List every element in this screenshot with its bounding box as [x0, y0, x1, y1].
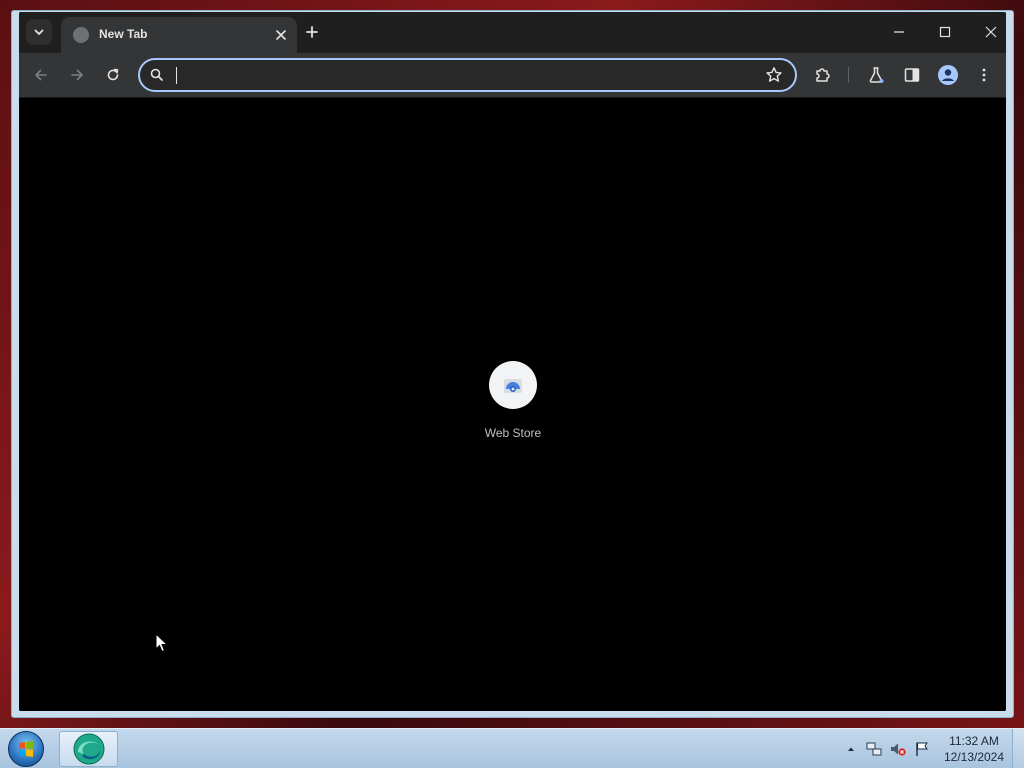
tab-new-tab[interactable]: New Tab [61, 17, 297, 53]
taskbar-browser-app[interactable] [59, 731, 118, 767]
show-desktop-button[interactable] [1012, 729, 1024, 768]
forward-icon [71, 69, 83, 81]
network-icon[interactable] [866, 741, 882, 757]
shortcut-web-store[interactable]: Web Store [480, 361, 546, 451]
minimize-icon [894, 31, 904, 33]
address-input[interactable] [174, 64, 754, 86]
mouse-cursor-icon [155, 633, 169, 653]
web-store-icon [504, 379, 522, 393]
start-button[interactable] [6, 730, 46, 768]
maximize-button[interactable] [930, 18, 960, 46]
back-icon [35, 69, 47, 81]
forward-button[interactable] [63, 61, 91, 89]
tab-search-button[interactable] [26, 19, 52, 45]
back-button[interactable] [27, 61, 55, 89]
maximize-icon [939, 26, 951, 38]
minimize-button[interactable] [884, 18, 914, 46]
profile-icon [938, 65, 958, 85]
action-center-flag-icon[interactable] [914, 741, 930, 757]
toolbar-separator [848, 67, 849, 83]
side-panel-icon [904, 68, 920, 82]
side-panel-button[interactable] [898, 61, 926, 89]
system-clock[interactable]: 11:32 AM 12/13/2024 [938, 733, 1010, 765]
tab-strip: New Tab [19, 12, 1006, 53]
labs-button[interactable] [862, 61, 890, 89]
shortcut-label: Web Store [484, 426, 542, 440]
labs-icon [869, 67, 884, 83]
show-hidden-icons[interactable] [843, 741, 859, 757]
shortcut-tile [489, 361, 537, 409]
search-icon [150, 68, 163, 81]
browser-app-icon [73, 733, 104, 765]
new-tab-button[interactable] [300, 20, 324, 44]
toolbar [19, 53, 1006, 98]
tab-close-button[interactable] [271, 25, 291, 45]
reload-button[interactable] [99, 61, 127, 89]
tab-title: New Tab [99, 27, 148, 41]
text-caret [176, 67, 177, 84]
plus-icon [306, 26, 318, 38]
extensions-icon [816, 68, 830, 82]
reload-icon [107, 68, 119, 81]
clock-date: 12/13/2024 [943, 750, 1005, 764]
windows-logo-icon [8, 731, 44, 767]
bookmark-star-icon[interactable] [765, 66, 783, 84]
profile-button[interactable] [934, 61, 962, 89]
menu-button[interactable] [970, 61, 998, 89]
extensions-button[interactable] [809, 61, 837, 89]
globe-icon [73, 27, 89, 43]
browser-window: New Tab Web Store [11, 10, 1014, 718]
browser-chrome: New Tab Web Store [19, 12, 1006, 711]
menu-icon [982, 68, 986, 82]
chevron-down-icon [34, 29, 44, 35]
close-icon [985, 26, 997, 38]
new-tab-page: Web Store [19, 98, 1006, 711]
window-close-button[interactable] [976, 18, 1006, 46]
volume-muted-icon[interactable] [890, 741, 906, 757]
clock-time: 11:32 AM [949, 734, 999, 748]
close-icon [276, 30, 286, 40]
address-bar[interactable] [138, 58, 797, 92]
taskbar: 11:32 AM 12/13/2024 [0, 728, 1024, 768]
